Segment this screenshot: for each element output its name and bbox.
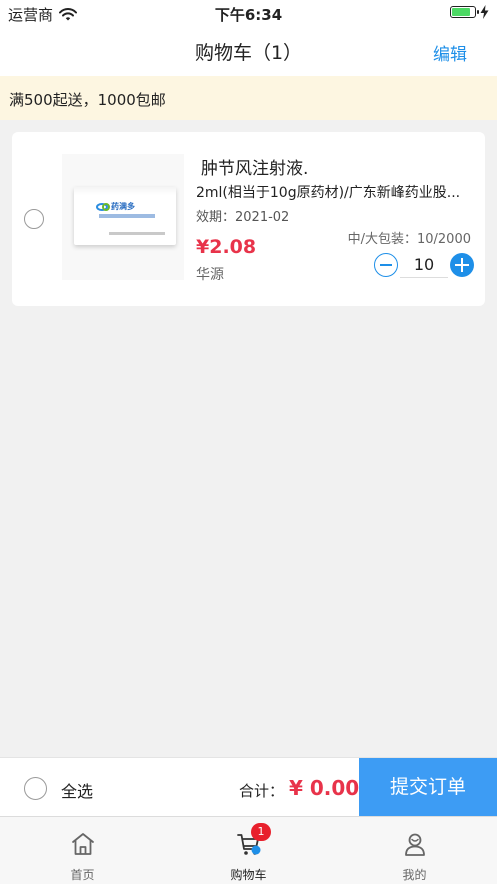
nav-bar: 购物车（1） 编辑 — [0, 26, 497, 76]
product-box-graphic: 药满多 — [74, 187, 176, 245]
quantity-stepper: 10 — [374, 253, 474, 278]
tab-home[interactable]: 首页 — [0, 817, 165, 884]
product-pack-size: 中/大包装：10/2000 — [347, 232, 471, 247]
product-price: ¥2.08 — [196, 236, 257, 258]
shipping-notice-text: 满500起送，1000包邮 — [9, 91, 166, 109]
total-amount: ¥ 0.00 — [289, 776, 360, 800]
shipping-notice: 满500起送，1000包邮 — [0, 76, 497, 120]
product-logo: 药满多 — [96, 201, 135, 212]
home-icon — [72, 833, 94, 855]
product-brand: 华源 — [196, 267, 224, 283]
total-label: 合计： — [239, 782, 285, 800]
box-tagline-bar — [99, 214, 155, 218]
item-select-radio[interactable] — [24, 209, 44, 229]
checkout-bar: 全选 合计： ¥ 0.00 提交订单 — [0, 757, 497, 817]
product-name[interactable]: 肿节风注射液. — [201, 154, 308, 179]
tab-cart[interactable]: 1 购物车 — [166, 817, 331, 884]
status-right — [450, 5, 489, 19]
tab-bar: 首页 1 购物车 我的 — [0, 816, 497, 884]
submit-order-button[interactable]: 提交订单 — [359, 758, 497, 817]
increase-quantity-button[interactable] — [450, 253, 474, 277]
select-all-label[interactable]: 全选 — [61, 778, 93, 802]
charging-icon — [480, 5, 489, 19]
quantity-value[interactable]: 10 — [400, 253, 448, 278]
box-footer-bar — [109, 232, 165, 235]
cart-item: 药满多 肿节风注射液. 2ml(相当于10g原药材)/广东新峰药业股... 效期… — [12, 132, 485, 306]
page-title: 购物车（1） — [194, 42, 303, 64]
battery-level — [452, 8, 470, 16]
product-image[interactable]: 药满多 — [62, 154, 184, 280]
edit-button[interactable]: 编辑 — [433, 40, 467, 65]
product-expiry: 效期：2021-02 — [196, 210, 290, 225]
battery-icon — [450, 6, 479, 18]
status-bar: 运营商 下午6:34 — [0, 0, 497, 26]
product-spec: 2ml(相当于10g原药材)/广东新峰药业股... — [196, 185, 461, 201]
tab-profile-label: 我的 — [402, 868, 427, 882]
select-all-radio[interactable] — [24, 777, 47, 800]
profile-icon — [405, 833, 425, 856]
logo-text: 药满多 — [111, 202, 135, 211]
cart-badge: 1 — [251, 823, 271, 841]
decrease-quantity-button[interactable] — [374, 253, 398, 277]
tab-home-label: 首页 — [70, 868, 95, 882]
tab-profile[interactable]: 我的 — [332, 817, 497, 884]
status-time: 下午6:34 — [214, 6, 283, 24]
tab-cart-label: 购物车 — [230, 868, 267, 882]
logo-icon — [96, 202, 110, 211]
